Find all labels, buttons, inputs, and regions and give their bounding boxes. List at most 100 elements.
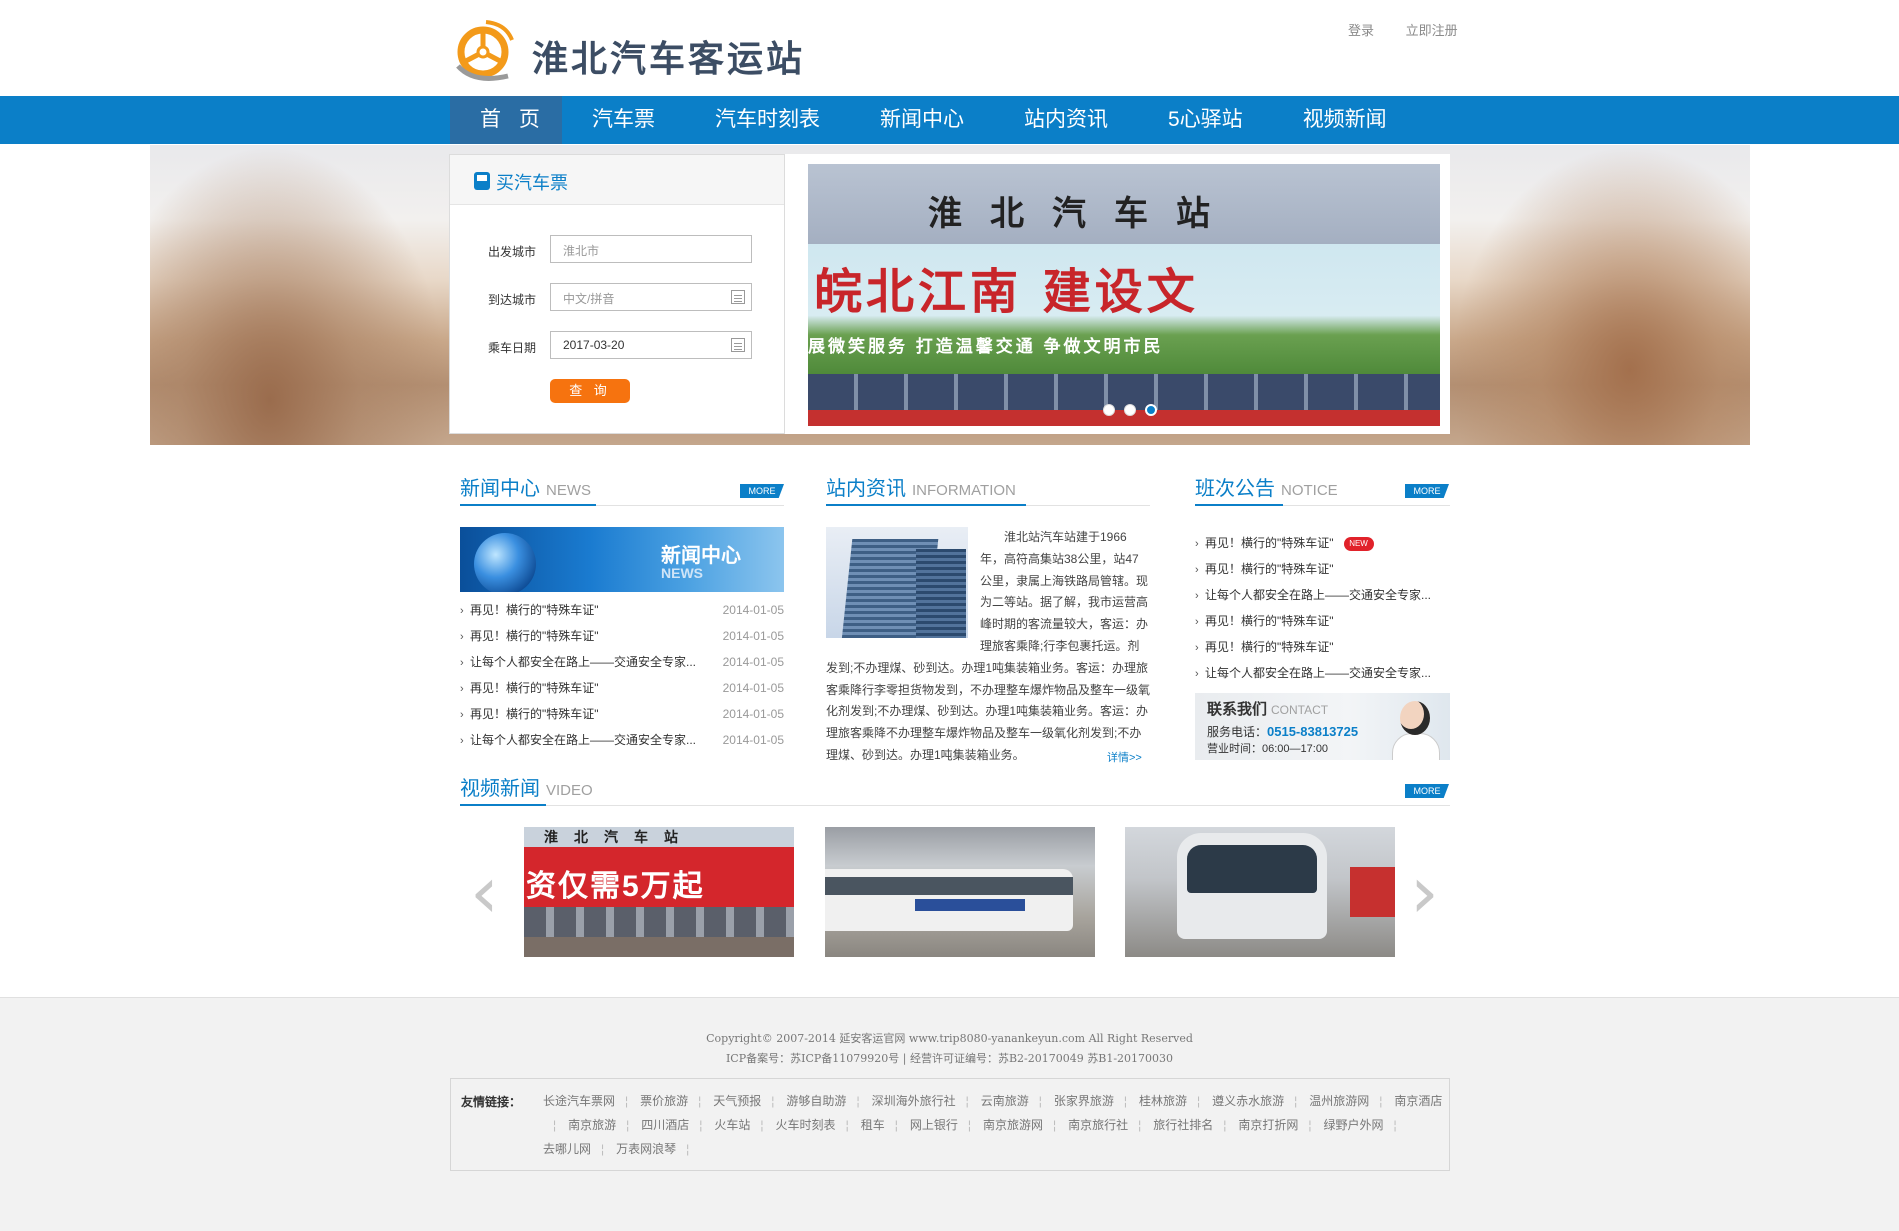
friend-link[interactable]: 南京酒店 xyxy=(1394,1089,1442,1113)
friend-link[interactable]: 桂林旅游 xyxy=(1139,1089,1187,1113)
link-separator: ¦ xyxy=(553,1118,557,1132)
friend-link[interactable]: 云南旅游 xyxy=(981,1089,1029,1113)
nav-5heart[interactable]: 5心驿站 xyxy=(1138,96,1273,144)
chevron-right-icon: › xyxy=(1195,538,1199,550)
friend-link[interactable]: 温州旅游网 xyxy=(1309,1089,1369,1113)
video-1-sign: 淮北汽车站 xyxy=(524,827,794,847)
friend-link[interactable]: 张家界旅游 xyxy=(1054,1089,1114,1113)
video-divider xyxy=(460,805,1450,806)
video-en: VIDEO xyxy=(546,782,593,799)
friend-link[interactable]: 网上银行 xyxy=(910,1113,958,1137)
friend-link[interactable]: 南京旅游 xyxy=(568,1113,616,1137)
news-more-button[interactable]: MORE xyxy=(740,484,784,498)
chevron-right-icon: › xyxy=(1195,668,1199,680)
info-detail-link[interactable]: 详情>> xyxy=(1107,749,1142,765)
news-item[interactable]: › 让每个人都安全在路上——交通安全专家... 2014-01-05 xyxy=(460,649,784,675)
friend-link[interactable]: 火车时刻表 xyxy=(776,1113,836,1137)
notice-item[interactable]: › 再见！横行的"特殊车证" NEW xyxy=(1195,530,1450,556)
icp-text: ICP备案号：苏ICP备11079920号 | 经营许可证编号：苏B2-2017… xyxy=(725,1052,1174,1065)
link-separator: ¦ xyxy=(771,1094,775,1108)
friend-link[interactable]: 游够自助游 xyxy=(786,1089,846,1113)
friend-link[interactable]: 长途汽车票网 xyxy=(543,1089,615,1113)
friend-link[interactable]: 租车 xyxy=(861,1113,885,1137)
link-separator: ¦ xyxy=(698,1094,702,1108)
notice-more-button[interactable]: MORE xyxy=(1405,484,1449,498)
banner-right-decor xyxy=(1450,145,1750,445)
login-link[interactable]: 登录 xyxy=(1348,23,1374,38)
friend-link[interactable]: 南京打折网 xyxy=(1238,1113,1298,1137)
info-section-heading: 站内资讯 INFORMATION xyxy=(826,472,1016,501)
video-section-heading: 视频新闻 VIDEO xyxy=(460,772,593,801)
link-separator: ¦ xyxy=(1308,1118,1312,1132)
notice-list: › 再见！横行的"特殊车证" NEW › 再见！横行的"特殊车证" › 让每个人都安全在… xyxy=(1195,530,1450,686)
slide-sky: 淮北汽车站 xyxy=(808,164,1440,244)
news-item[interactable]: › 再见！横行的"特殊车证" 2014-01-05 xyxy=(460,675,784,701)
video-thumb-2[interactable] xyxy=(825,827,1095,957)
slide-dot-3[interactable] xyxy=(1145,404,1157,416)
notice-item[interactable]: › 让每个人都安全在路上——交通安全专家... xyxy=(1195,660,1450,686)
friend-link[interactable]: 南京旅游网 xyxy=(983,1113,1043,1137)
depart-city-input[interactable]: 淮北市 xyxy=(550,235,752,263)
news-banner[interactable]: 新闻中心 NEWS xyxy=(460,527,784,592)
chevron-right-icon: › xyxy=(1195,590,1199,602)
news-banner-title: 新闻中心 xyxy=(661,545,741,567)
friend-link[interactable]: 旅行社排名 xyxy=(1153,1113,1213,1137)
logo-icon[interactable] xyxy=(452,18,518,84)
info-title: 站内资讯 xyxy=(826,478,906,500)
news-item[interactable]: › 再见！横行的"特殊车证" 2014-01-05 xyxy=(460,701,784,727)
video-more-button[interactable]: MORE xyxy=(1405,784,1449,798)
friend-link[interactable]: 票价旅游 xyxy=(640,1089,688,1113)
news-list: › 再见！横行的"特殊车证" 2014-01-05 › 再见！横行的"特殊车证" 201… xyxy=(460,597,784,753)
banner-left-decor xyxy=(150,145,450,445)
nav-timetable[interactable]: 汽车时刻表 xyxy=(685,96,850,144)
friend-link[interactable]: 四川酒店 xyxy=(641,1113,689,1137)
nav-info[interactable]: 站内资讯 xyxy=(994,96,1138,144)
info-image-space xyxy=(826,527,980,638)
info-divider-accent xyxy=(826,504,1026,506)
notice-item[interactable]: › 再见！横行的"特殊车证" xyxy=(1195,608,1450,634)
query-button[interactable]: 查 询 xyxy=(550,379,630,403)
video-1-ad-text: 资仅需5万起 xyxy=(526,870,705,903)
slide-image[interactable]: 淮北汽车站 皖北江南 建设文 展微笑服务 打造温馨交通 争做文明市民 xyxy=(808,164,1440,426)
contact-card[interactable]: 联系我们 CONTACT 服务电话：0515-83813725 营业时间：06:0… xyxy=(1195,693,1450,760)
video-thumb-1[interactable]: 淮北汽车站 资仅需5万起 xyxy=(524,827,794,957)
friend-link[interactable]: 深圳海外旅行社 xyxy=(872,1089,956,1113)
slide-dot-2[interactable] xyxy=(1124,404,1136,416)
news-item[interactable]: › 让每个人都安全在路上——交通安全专家... 2014-01-05 xyxy=(460,727,784,753)
friend-link[interactable]: 去哪儿网 xyxy=(543,1137,591,1161)
phone-number: 0515-83813725 xyxy=(1267,724,1359,739)
calendar-icon[interactable] xyxy=(731,338,745,352)
nav-news[interactable]: 新闻中心 xyxy=(850,96,994,144)
news-item[interactable]: › 再见！横行的"特殊车证" 2014-01-05 xyxy=(460,597,784,623)
friend-link[interactable]: 天气预报 xyxy=(713,1089,761,1113)
news-title: 新闻中心 xyxy=(460,478,540,500)
friend-link[interactable]: 南京旅行社 xyxy=(1068,1113,1128,1137)
calendar-icon[interactable] xyxy=(731,290,745,304)
slide-billboard: 皖北江南 建设文 展微笑服务 打造温馨交通 争做文明市民 xyxy=(808,244,1440,374)
notice-item[interactable]: › 让每个人都安全在路上——交通安全专家... xyxy=(1195,582,1450,608)
slide-dot-1[interactable] xyxy=(1103,404,1115,416)
nav-home[interactable]: 首 页 xyxy=(450,96,562,144)
friend-link[interactable]: 遵义赤水旅游 xyxy=(1212,1089,1284,1113)
link-separator: ¦ xyxy=(845,1118,849,1132)
friend-link[interactable]: 火车站 xyxy=(714,1113,750,1137)
notice-item[interactable]: › 再见！横行的"特殊车证" xyxy=(1195,556,1450,582)
nav-video[interactable]: 视频新闻 xyxy=(1273,96,1417,144)
friend-link[interactable]: 绿野户外网 xyxy=(1324,1113,1384,1137)
video-divider-accent xyxy=(460,804,546,806)
video-thumb-3[interactable] xyxy=(1125,827,1395,957)
news-item[interactable]: › 再见！横行的"特殊车证" 2014-01-05 xyxy=(460,623,784,649)
register-link[interactable]: 立即注册 xyxy=(1406,23,1458,38)
video-next-arrow[interactable]: › xyxy=(1410,852,1439,932)
link-separator: ¦ xyxy=(1052,1118,1057,1132)
link-separator: ¦ xyxy=(894,1118,898,1132)
site-title[interactable]: 淮北汽车客运站 xyxy=(532,30,805,82)
chevron-right-icon: › xyxy=(460,657,464,669)
notice-item[interactable]: › 再见！横行的"特殊车证" xyxy=(1195,634,1450,660)
arrive-city-input[interactable]: 中文/拼音 xyxy=(550,283,752,311)
nav-bus-ticket[interactable]: 汽车票 xyxy=(562,96,685,144)
date-input[interactable]: 2017-03-20 xyxy=(550,331,752,359)
friend-link[interactable]: 万表网浪琴 xyxy=(616,1137,676,1161)
notice-title: 班次公告 xyxy=(1195,478,1275,500)
video-prev-arrow[interactable]: ‹ xyxy=(470,852,499,932)
